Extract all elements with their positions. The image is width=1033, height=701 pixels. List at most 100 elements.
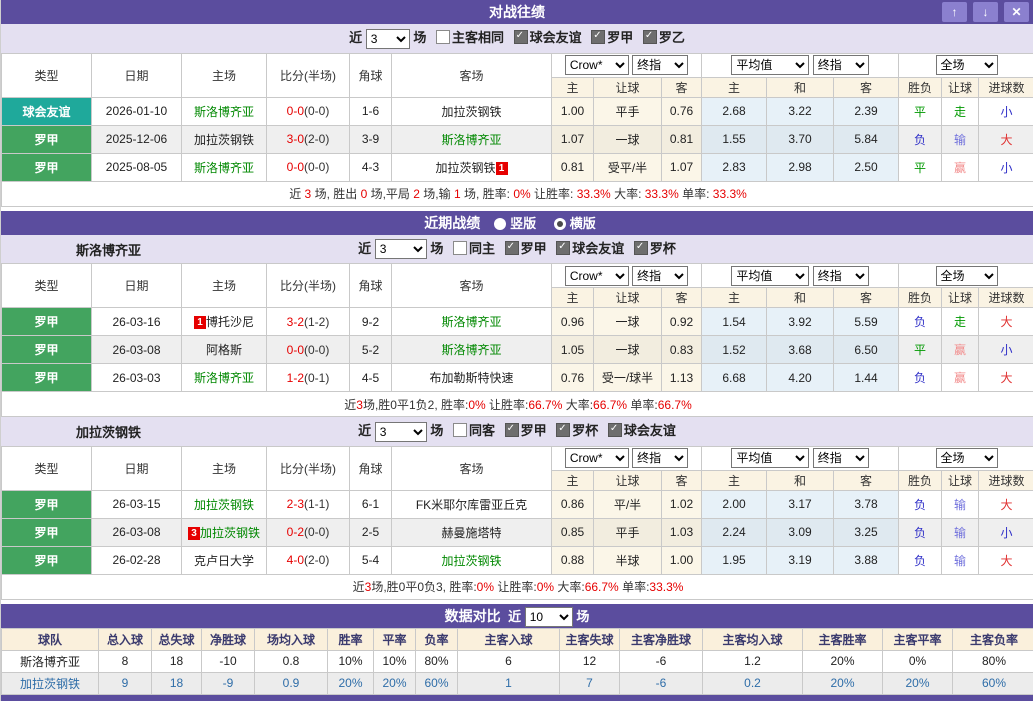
col-header-home: 主场 (182, 446, 267, 490)
col-header: 负率 (416, 628, 458, 650)
subheader-handicap-result: 让球 (942, 470, 979, 490)
team-b-count-select[interactable]: 3 (375, 422, 427, 442)
recent-results-title-bar: 近期战绩 竖版 横版 (1, 211, 1033, 235)
horizontal-layout-radio[interactable]: 横版 (554, 216, 596, 231)
average-stage-select[interactable]: 终指 (813, 448, 869, 468)
odds-home: 1.05 (552, 336, 594, 364)
odds-home: 1.00 (552, 97, 594, 125)
odds-away: 0.81 (662, 125, 702, 153)
stat-cell: 18 (152, 672, 202, 694)
match-date: 26-03-03 (92, 364, 182, 392)
games-label: 场 (430, 241, 443, 256)
average-odds-cell: 平均值 终指 (702, 264, 899, 288)
col-header-corner: 角球 (350, 53, 392, 97)
subheader-away-odds: 客 (662, 77, 702, 97)
result-goals: 大 (979, 546, 1033, 574)
league-cup-checkbox[interactable] (634, 241, 648, 255)
league-type: 罗甲 (2, 490, 92, 518)
same-away-checkbox[interactable] (453, 423, 467, 437)
match-row: 罗甲 26-03-08 3加拉茨钢铁 0-2(0-0) 2-5 赫曼施塔特 0.… (2, 518, 1033, 546)
radio-icon (494, 218, 506, 230)
result-outcome: 平 (899, 336, 942, 364)
away-team: 斯洛博齐亚 (392, 308, 552, 336)
same-home-away-checkbox[interactable] (436, 30, 450, 44)
stat-cell: -6 (620, 672, 703, 694)
odds-handicap: 一球 (594, 308, 662, 336)
league-liga1-checkbox[interactable] (591, 30, 605, 44)
league-liga1-checkbox[interactable] (505, 241, 519, 255)
bookmaker-select[interactable]: Crow* (565, 266, 629, 286)
subheader-result: 胜负 (899, 77, 942, 97)
odds-home: 0.96 (552, 308, 594, 336)
average-stage-select[interactable]: 终指 (813, 266, 869, 286)
col-header-score: 比分(半场) (267, 446, 350, 490)
same-home-checkbox[interactable] (453, 241, 467, 255)
col-header: 总失球 (152, 628, 202, 650)
home-team: 阿格斯 (182, 336, 267, 364)
col-header-type: 类型 (2, 446, 92, 490)
bookmaker-select[interactable]: Crow* (565, 55, 629, 75)
games-label: 场 (430, 423, 443, 438)
result-goals: 大 (979, 125, 1033, 153)
odds-stage-select[interactable]: 终指 (632, 448, 688, 468)
average-stage-select[interactable]: 终指 (813, 55, 869, 75)
scope-select[interactable]: 全场 (936, 266, 998, 286)
league-friendly-checkbox[interactable] (608, 423, 622, 437)
league-type: 球会友谊 (2, 97, 92, 125)
close-button[interactable]: ✕ (1004, 2, 1029, 22)
odds-stage-select[interactable]: 终指 (632, 266, 688, 286)
odds-handicap: 半球 (594, 546, 662, 574)
result-handicap: 输 (942, 490, 979, 518)
col-header-date: 日期 (92, 264, 182, 308)
avg-home: 2.83 (702, 153, 767, 181)
col-header-corner: 角球 (350, 264, 392, 308)
league-friendly-checkbox[interactable] (556, 241, 570, 255)
avg-away: 2.50 (834, 153, 899, 181)
odds-stage-select[interactable]: 终指 (632, 55, 688, 75)
avg-away: 3.25 (834, 518, 899, 546)
bookmaker-select[interactable]: Crow* (565, 448, 629, 468)
average-select[interactable]: 平均值 (731, 448, 809, 468)
stat-cell: 1.2 (703, 650, 803, 672)
vertical-layout-radio[interactable]: 竖版 (494, 216, 536, 231)
subheader-away-odds: 客 (662, 470, 702, 490)
team-a-count-select[interactable]: 3 (375, 239, 427, 259)
league-cup-checkbox[interactable] (556, 423, 570, 437)
col-header: 主客均入球 (703, 628, 803, 650)
league-type: 罗甲 (2, 546, 92, 574)
average-select[interactable]: 平均值 (731, 55, 809, 75)
team-b-results-table: 类型 日期 主场 比分(半场) 角球 客场 Crow* 终指 平均值 终指 全场 (1, 446, 1033, 600)
head-to-head-table: 类型 日期 主场 比分(半场) 角球 客场 Crow* 终指 平均值 终指 全场 (1, 53, 1033, 207)
average-select[interactable]: 平均值 (731, 266, 809, 286)
avg-home: 1.95 (702, 546, 767, 574)
move-down-button[interactable]: ↓ (973, 2, 998, 22)
stat-cell: 80% (416, 650, 458, 672)
away-team: 加拉茨钢铁1 (392, 153, 552, 181)
league-liga1-checkbox[interactable] (505, 423, 519, 437)
bottom-divider (1, 695, 1033, 701)
move-up-button[interactable]: ↑ (942, 2, 967, 22)
avg-home: 2.00 (702, 490, 767, 518)
checkbox-label: 球会友谊 (572, 241, 624, 256)
stat-cell: 20% (328, 672, 374, 694)
match-date: 26-03-08 (92, 518, 182, 546)
recent-count-select[interactable]: 3 (366, 29, 410, 49)
league-liga2-checkbox[interactable] (643, 30, 657, 44)
stat-cell: 10% (328, 650, 374, 672)
scope-select[interactable]: 全场 (936, 448, 998, 468)
away-team: 赫曼施塔特 (392, 518, 552, 546)
subheader-avg-draw: 和 (767, 77, 834, 97)
col-header-score: 比分(半场) (267, 53, 350, 97)
scope-select[interactable]: 全场 (936, 55, 998, 75)
comparison-row: 斯洛博齐亚 8 18 -10 0.8 10% 10% 80% 6 12 -6 1… (2, 650, 1033, 672)
league-friendly-checkbox[interactable] (514, 30, 528, 44)
near-label: 近 (508, 609, 521, 624)
corner-cell: 2-5 (350, 518, 392, 546)
section-title: 对战往绩 (489, 4, 545, 20)
team-b-name: 加拉茨钢铁 (76, 422, 141, 441)
subheader-handicap-result: 让球 (942, 77, 979, 97)
comparison-count-select[interactable]: 10 (525, 607, 573, 627)
league-type: 罗甲 (2, 308, 92, 336)
stat-cell: -6 (620, 650, 703, 672)
average-odds-cell: 平均值 终指 (702, 53, 899, 77)
